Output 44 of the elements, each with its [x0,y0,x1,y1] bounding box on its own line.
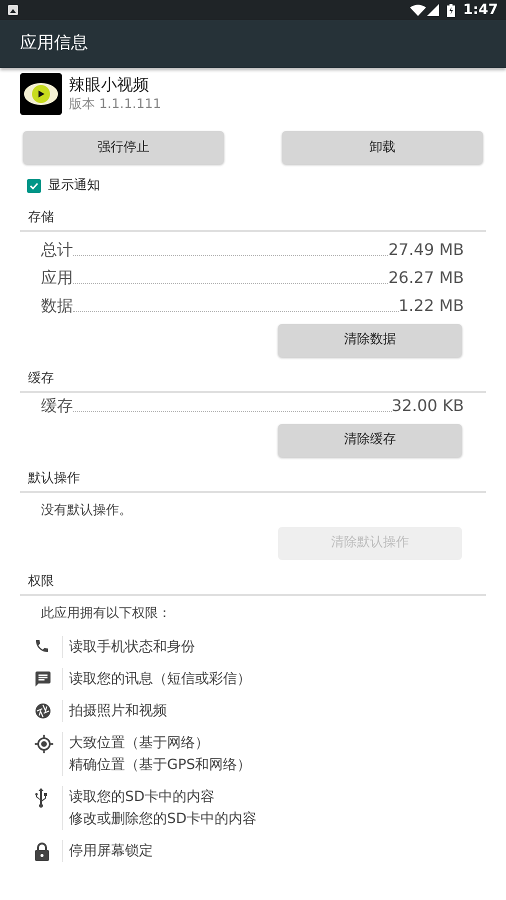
lock-icon [34,842,50,862]
checkbox-label: 显示通知 [48,177,100,195]
action-button[interactable]: 卸载 [282,131,483,164]
action-button[interactable]: 清除缓存 [278,424,462,456]
section-header: 缓存 [28,370,54,386]
checkbox[interactable] [27,178,41,193]
permission-text: 读取手机状态和身份 [69,638,195,656]
clock: 1:47 [463,0,498,20]
section-header: 存储 [28,210,54,224]
battery-icon [447,4,456,16]
permission-text: 大致位置（基于网络） [69,734,210,752]
permission-text: 拍摄照片和视频 [69,702,167,720]
size-value: 26.27 MB [388,266,464,288]
section-header: 权限 [28,574,54,588]
section-header: 默认操作 [28,470,80,486]
size-value: 1.22 MB [398,294,464,316]
permission-text: 停用屏幕锁定 [69,842,153,860]
size-value: 27.49 MB [388,238,464,260]
camera-aperture-icon [34,702,52,720]
app-icon [20,73,62,115]
default-actions-text: 没有默认操作。 [41,502,132,518]
message-icon [34,670,52,688]
permission-text: 修改或删除您的SD卡中的内容 [69,810,257,828]
notification-icon [8,5,18,15]
app-name: 辣眼小视频 [69,74,150,96]
permissions-intro: 此应用拥有以下权限： [41,606,171,620]
cell-signal-icon [427,4,440,16]
size-value: 32.00 KB [392,394,464,416]
usb-icon [34,788,48,808]
action-button[interactable]: 清除数据 [278,324,462,356]
wifi-icon [410,4,426,16]
check-icon [29,180,39,191]
permission-text: 读取您的讯息（短信或彩信） [69,670,251,688]
size-label: 缓存 [41,394,73,416]
toolbar-title: 应用信息 [20,32,88,56]
permission-text: 精确位置（基于GPS和网络） [69,756,252,774]
action-button[interactable]: 强行停止 [23,131,224,164]
size-label: 数据 [41,294,73,316]
size-label: 总计 [41,238,73,260]
permission-text: 读取您的SD卡中的内容 [69,788,216,806]
phone-icon [34,638,50,654]
location-icon [34,734,54,754]
size-label: 应用 [41,266,73,288]
app-version: 版本 1.1.1.111 [69,96,162,114]
